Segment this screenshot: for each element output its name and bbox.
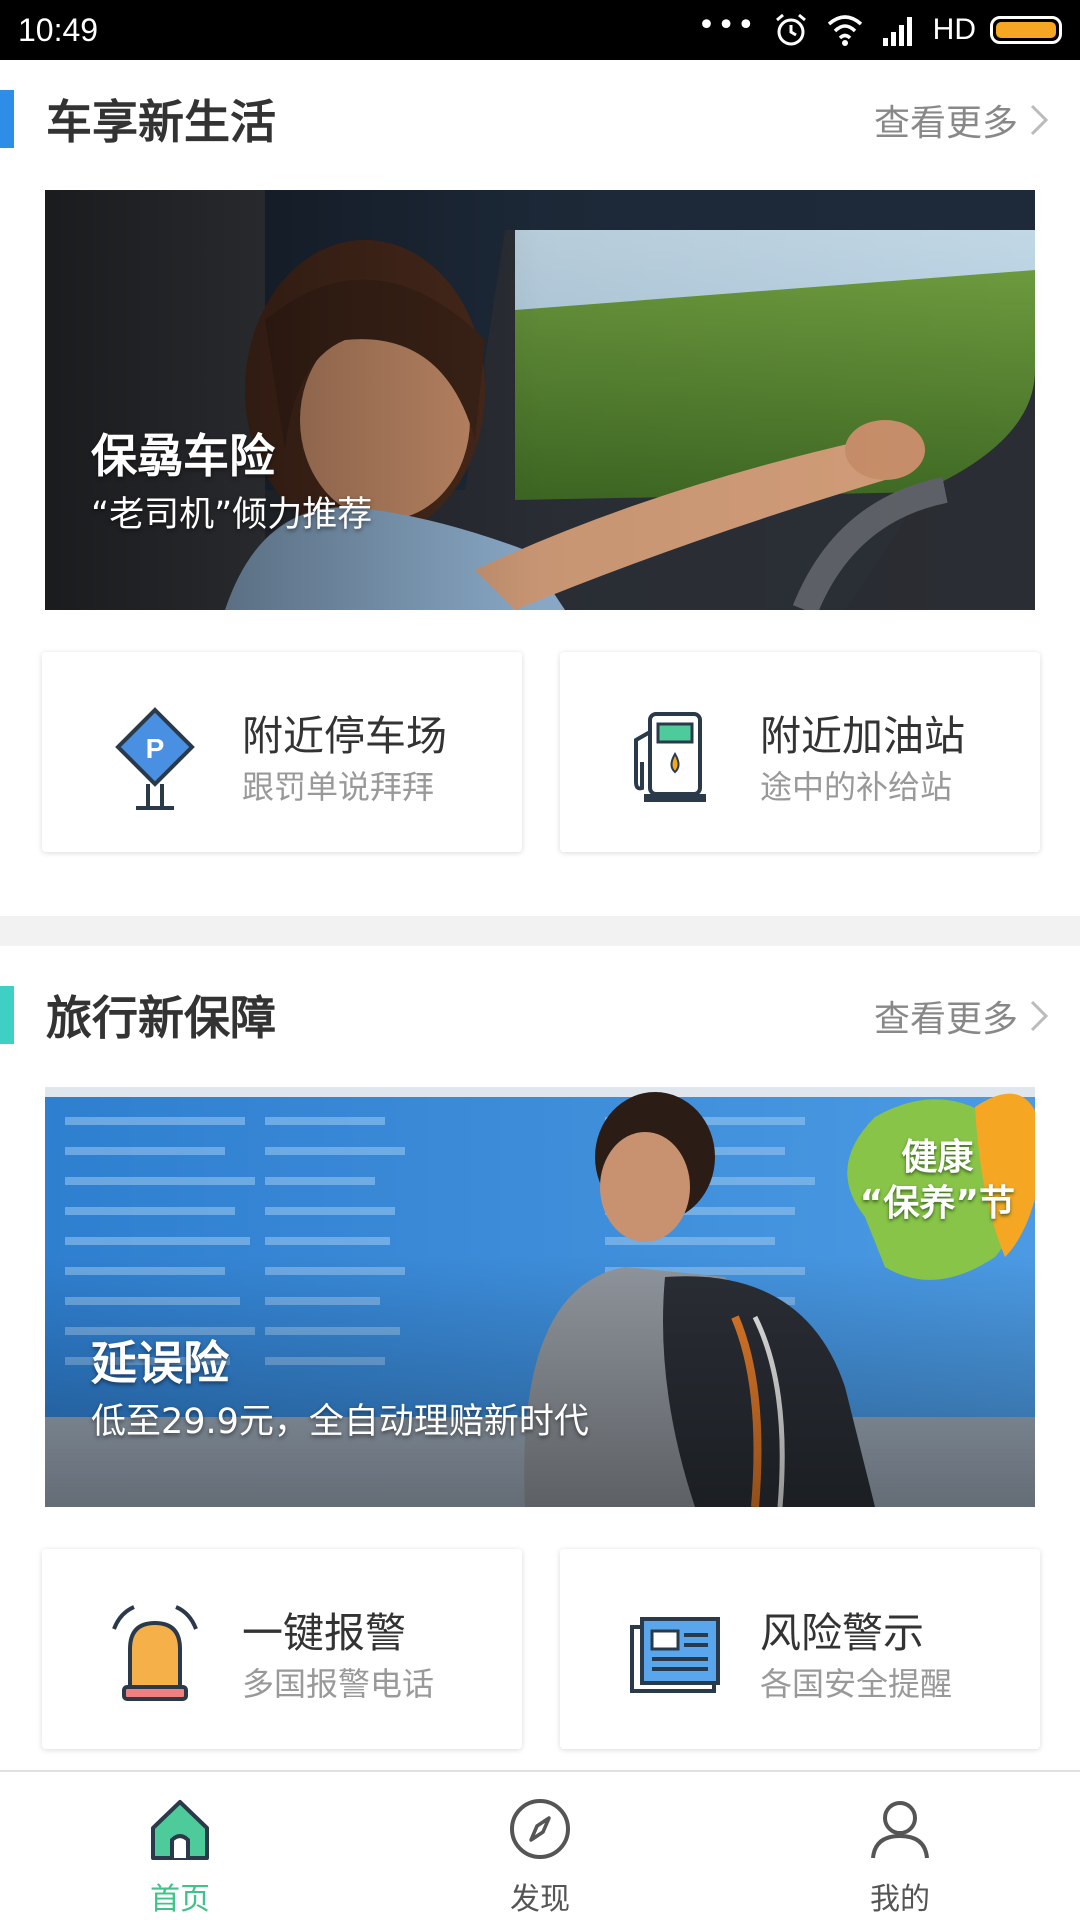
card-title: 附近加油站 bbox=[760, 712, 965, 760]
wifi-icon bbox=[827, 15, 862, 46]
network-type-label: HD bbox=[932, 13, 976, 46]
section-accent-bar bbox=[0, 90, 14, 148]
card-subtitle: 途中的补给站 bbox=[760, 768, 953, 806]
card-title: 附近停车场 bbox=[242, 712, 447, 760]
user-icon bbox=[871, 1801, 929, 1859]
see-more-link[interactable]: 查看更多 bbox=[874, 94, 1054, 146]
nav-item-profile[interactable]: 我的 bbox=[720, 1772, 1080, 1920]
chevron-right-icon bbox=[1030, 104, 1049, 136]
banner-subtitle: 低至29.9元，全自动理赔新时代 bbox=[91, 1402, 589, 1442]
banner-title: 延误险 bbox=[91, 1336, 229, 1390]
section-title: 旅行新保障 bbox=[46, 991, 276, 1045]
signal-icon bbox=[882, 17, 912, 46]
status-time: 10:49 bbox=[18, 11, 99, 48]
delay-insurance-banner[interactable]: 健康 “保养”节 延误险 低至29.9元，全自动理赔新时代 bbox=[45, 1087, 1035, 1507]
svg-text:P: P bbox=[146, 733, 165, 764]
compass-icon bbox=[510, 1799, 570, 1859]
card-title: 一键报警 bbox=[242, 1609, 406, 1657]
risk-warning-card[interactable]: 风险警示 各国安全提醒 bbox=[560, 1549, 1040, 1749]
see-more-label: 查看更多 bbox=[873, 999, 1018, 1040]
alarm-siren-icon bbox=[112, 1605, 198, 1701]
card-subtitle: 各国安全提醒 bbox=[760, 1665, 953, 1703]
nav-item-discover[interactable]: 发现 bbox=[360, 1772, 720, 1920]
status-bar: 10:49 ••• HD bbox=[0, 0, 1080, 60]
section-header-car-life: 车享新生活 查看更多 bbox=[0, 60, 1080, 170]
nearby-parking-card[interactable]: P 附近停车场 跟罚单说拜拜 bbox=[42, 652, 522, 852]
section-title: 车享新生活 bbox=[46, 95, 276, 149]
gas-pump-icon bbox=[634, 712, 706, 802]
see-more-label: 查看更多 bbox=[873, 103, 1018, 144]
see-more-link[interactable]: 查看更多 bbox=[874, 990, 1054, 1042]
alarm-clock-icon bbox=[775, 13, 806, 46]
nav-label: 首页 bbox=[150, 1882, 210, 1917]
banner-title: 保骉车险 bbox=[91, 429, 275, 483]
health-festival-badge: 健康 “保养”节 bbox=[860, 1135, 1015, 1227]
driver-photo bbox=[45, 190, 1035, 610]
nearby-gas-station-card[interactable]: 附近加油站 途中的补给站 bbox=[560, 652, 1040, 852]
section-header-travel: 旅行新保障 查看更多 bbox=[0, 956, 1080, 1066]
newspaper-icon bbox=[630, 1617, 720, 1693]
nav-label: 我的 bbox=[870, 1882, 930, 1917]
banner-subtitle: “老司机”倾力推荐 bbox=[91, 495, 373, 535]
card-title: 风险警示 bbox=[760, 1609, 924, 1657]
home-icon bbox=[151, 1800, 209, 1860]
bottom-nav: 首页 发现 我的 bbox=[0, 1770, 1080, 1920]
emergency-alarm-card[interactable]: 一键报警 多国报警电话 bbox=[42, 1549, 522, 1749]
badge-line-1: 健康 bbox=[901, 1137, 974, 1178]
nav-item-home[interactable]: 首页 bbox=[0, 1772, 360, 1920]
chevron-right-icon bbox=[1030, 1000, 1049, 1032]
section-accent-bar bbox=[0, 986, 14, 1044]
card-subtitle: 多国报警电话 bbox=[242, 1665, 435, 1703]
badge-line-2: “保养”节 bbox=[859, 1183, 1015, 1224]
battery-icon bbox=[990, 16, 1062, 44]
more-dots-icon: ••• bbox=[697, 7, 757, 43]
card-subtitle: 跟罚单说拜拜 bbox=[242, 768, 435, 806]
car-insurance-banner[interactable]: 保骉车险 “老司机”倾力推荐 bbox=[45, 190, 1035, 610]
section-divider bbox=[0, 916, 1080, 946]
nav-label: 发现 bbox=[510, 1882, 570, 1917]
parking-sign-icon: P bbox=[115, 707, 195, 810]
status-icons: ••• HD bbox=[698, 8, 1062, 48]
